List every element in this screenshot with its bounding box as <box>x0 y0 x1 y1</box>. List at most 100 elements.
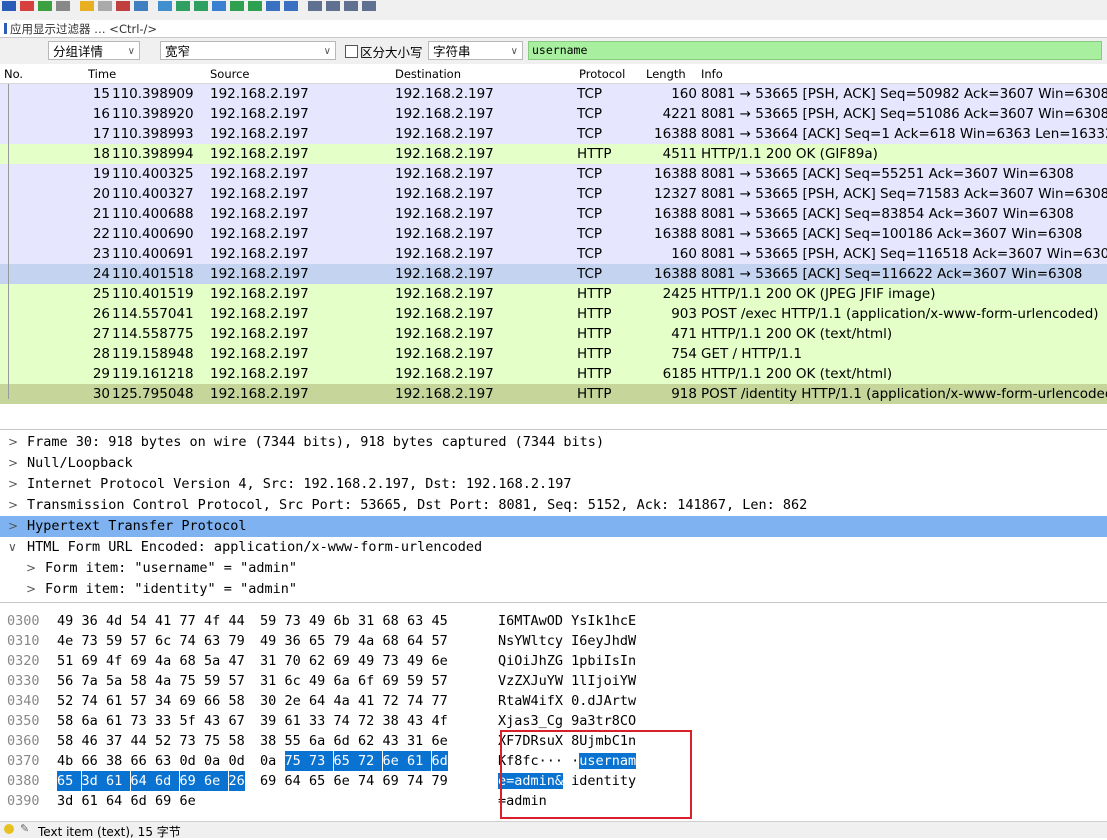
save-file-icon[interactable] <box>98 1 112 11</box>
display-filter-input[interactable]: 应用显示过滤器 … <Ctrl-/> <box>10 21 157 37</box>
hex-byte: 75 <box>179 673 196 689</box>
stop-capture-icon[interactable] <box>20 1 34 11</box>
hex-row[interactable]: 0330 56 7a 5a 58 4a 75 59 57 31 6c 49 6a 6f 69 59 57 VzZX… <box>0 671 1107 691</box>
hex-row[interactable]: 0300 49 36 4d 54 41 77 4f 44 59 73 49 6b 31 68 63 45 I6MT… <box>0 611 1107 631</box>
hex-byte: 0a <box>204 753 221 769</box>
packet-row[interactable]: 15 110.398909 192.168.2.197 192.168.2.197 TC… <box>0 84 1107 104</box>
packet-row[interactable]: 22 110.400690 192.168.2.197 192.168.2.197 TC… <box>0 224 1107 244</box>
hex-byte: 38 <box>106 753 123 769</box>
last-packet-icon[interactable] <box>248 1 262 11</box>
packet-info: GET / HTTP/1.1 <box>701 346 802 362</box>
zoom-in-icon[interactable] <box>308 1 322 11</box>
hex-byte: 57 <box>228 673 245 689</box>
packet-row[interactable]: 30 125.795048 192.168.2.197 192.168.2.197 HT… <box>0 384 1107 404</box>
packet-row[interactable]: 29 119.161218 192.168.2.197 192.168.2.197 HT… <box>0 364 1107 384</box>
hex-row[interactable]: 0320 51 69 4f 69 4a 68 5a 47 31 70 62 69 49 73 49 6e QiOi… <box>0 651 1107 671</box>
expert-info-icon[interactable] <box>4 824 14 834</box>
packet-row[interactable]: 26 114.557041 192.168.2.197 192.168.2.197 HT… <box>0 304 1107 324</box>
hex-row[interactable]: 0350 58 6a 61 73 33 5f 43 67 39 61 33 74 72 38 43 4f Xjas… <box>0 711 1107 731</box>
go-forward-icon[interactable] <box>194 1 208 11</box>
expand-arrow-icon[interactable]: > <box>26 579 36 600</box>
hex-byte: 79 <box>431 773 448 789</box>
expand-arrow-icon[interactable]: > <box>26 558 36 579</box>
start-capture-icon[interactable] <box>2 1 16 11</box>
collapse-arrow-icon[interactable]: ∨ <box>8 537 17 558</box>
open-file-icon[interactable] <box>80 1 94 11</box>
detail-row[interactable]: > Frame 30: 918 bytes on wire (7344 bits)… <box>0 432 1107 453</box>
column-destination[interactable]: Destination <box>395 67 461 81</box>
hex-row[interactable]: 0310 4e 73 59 57 6c 74 63 79 49 36 65 79 4a 68 64 57 NsYW… <box>0 631 1107 651</box>
case-sensitive-checkbox[interactable] <box>345 45 358 58</box>
packet-row[interactable]: 19 110.400325 192.168.2.197 192.168.2.197 TC… <box>0 164 1107 184</box>
expand-arrow-icon[interactable]: > <box>8 495 18 516</box>
packet-time: 110.398909 <box>112 86 194 102</box>
hex-byte: 49 <box>260 633 277 649</box>
detail-row[interactable]: > Null/Loopback <box>0 453 1107 474</box>
detail-row[interactable]: > Hypertext Transfer Protocol <box>0 516 1107 537</box>
resize-columns-icon[interactable] <box>362 1 376 11</box>
go-back-icon[interactable] <box>176 1 190 11</box>
packet-row[interactable]: 28 119.158948 192.168.2.197 192.168.2.197 HT… <box>0 344 1107 364</box>
hex-byte: 61 <box>106 693 123 709</box>
packet-time: 110.400688 <box>112 206 194 222</box>
search-type-dropdown[interactable]: 字符串 ∨ <box>428 41 523 60</box>
packet-length: 903 <box>671 306 697 322</box>
hex-byte: 41 <box>358 693 375 709</box>
packet-row[interactable]: 27 114.558775 192.168.2.197 192.168.2.197 HT… <box>0 324 1107 344</box>
detail-row[interactable]: > Internet Protocol Version 4, Src: 192.1… <box>0 474 1107 495</box>
packet-number: 23 <box>92 246 110 262</box>
hex-byte: 79 <box>228 633 245 649</box>
packet-row[interactable]: 20 110.400327 192.168.2.197 192.168.2.197 TC… <box>0 184 1107 204</box>
restart-capture-icon[interactable] <box>38 1 52 11</box>
reload-icon[interactable] <box>134 1 148 11</box>
detail-row[interactable]: ∨ HTML Form URL Encoded: application/x-ww… <box>0 537 1107 558</box>
hex-byte: 36 <box>284 633 301 649</box>
detail-row[interactable]: > Form item: "identity" = "admin" <box>0 579 1107 600</box>
search-input[interactable]: username <box>528 41 1102 60</box>
normal-size-icon[interactable] <box>344 1 358 11</box>
expand-arrow-icon[interactable]: > <box>8 432 18 453</box>
zoom-out-icon[interactable] <box>326 1 340 11</box>
packet-destination: 192.168.2.197 <box>395 206 494 222</box>
display-filter-bar[interactable]: 应用显示过滤器 … <Ctrl-/> <box>0 20 1107 38</box>
go-to-packet-icon[interactable] <box>212 1 226 11</box>
hex-byte: 74 <box>407 693 424 709</box>
hex-byte: 77 <box>179 613 196 629</box>
column-protocol[interactable]: Protocol <box>579 67 625 81</box>
column-length[interactable]: Length <box>646 67 686 81</box>
hex-byte: 3d <box>57 793 74 809</box>
hex-byte: 4a <box>155 673 172 689</box>
packet-row[interactable]: 18 110.398994 192.168.2.197 192.168.2.197 HT… <box>0 144 1107 164</box>
edit-comment-icon[interactable]: ✎ <box>20 822 29 835</box>
hex-byte: 69 <box>81 653 98 669</box>
column-time[interactable]: Time <box>88 67 116 81</box>
column-source[interactable]: Source <box>210 67 250 81</box>
column-no[interactable]: No. <box>4 67 23 81</box>
hex-row[interactable]: 0340 52 74 61 57 34 69 66 58 30 2e 64 4a 41 72 74 77 RtaW… <box>0 691 1107 711</box>
search-in-dropdown[interactable]: 分组详情 ∨ <box>48 41 140 60</box>
packet-protocol: TCP <box>577 126 603 142</box>
expand-arrow-icon[interactable]: > <box>8 453 18 474</box>
packet-time: 119.158948 <box>112 346 194 362</box>
find-packet-icon[interactable] <box>158 1 172 11</box>
capture-options-icon[interactable] <box>56 1 70 11</box>
detail-row[interactable]: > Transmission Control Protocol, Src Port… <box>0 495 1107 516</box>
char-width-dropdown[interactable]: 宽窄 ∨ <box>160 41 336 60</box>
column-info[interactable]: Info <box>701 67 723 81</box>
packet-row[interactable]: 21 110.400688 192.168.2.197 192.168.2.197 TC… <box>0 204 1107 224</box>
bookmark-icon[interactable] <box>4 23 7 34</box>
close-file-icon[interactable] <box>116 1 130 11</box>
colorize-icon[interactable] <box>284 1 298 11</box>
detail-row[interactable]: > Form item: "username" = "admin" <box>0 558 1107 579</box>
packet-row[interactable]: 16 110.398920 192.168.2.197 192.168.2.197 TC… <box>0 104 1107 124</box>
packet-row[interactable]: 24 110.401518 192.168.2.197 192.168.2.197 TC… <box>0 264 1107 284</box>
first-packet-icon[interactable] <box>230 1 244 11</box>
expand-arrow-icon[interactable]: > <box>8 474 18 495</box>
hex-byte: 79 <box>333 633 350 649</box>
hex-byte: 5a <box>204 653 221 669</box>
autoscroll-icon[interactable] <box>266 1 280 11</box>
expand-arrow-icon[interactable]: > <box>8 516 18 537</box>
packet-row[interactable]: 25 110.401519 192.168.2.197 192.168.2.197 HT… <box>0 284 1107 304</box>
packet-row[interactable]: 23 110.400691 192.168.2.197 192.168.2.197 TC… <box>0 244 1107 264</box>
packet-row[interactable]: 17 110.398993 192.168.2.197 192.168.2.197 TC… <box>0 124 1107 144</box>
